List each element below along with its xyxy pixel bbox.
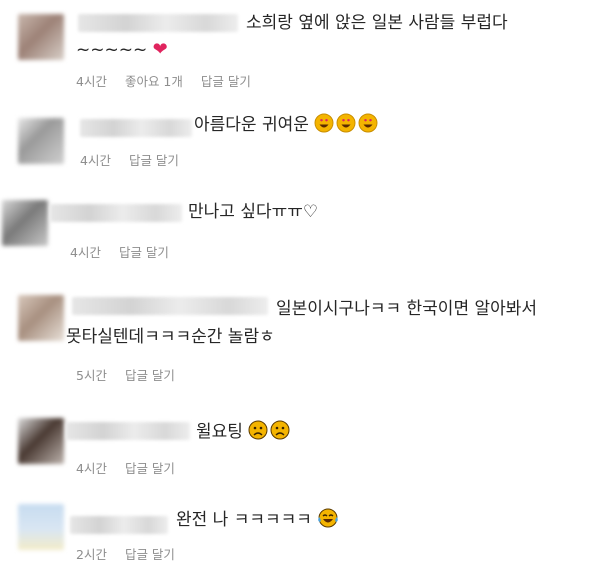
- comment-text: 소희랑 옆에 앉은 일본 사람들 부럽다: [246, 13, 508, 33]
- comment-meta: 4시간 답글 달기: [80, 150, 193, 169]
- username-blurred[interactable]: [66, 422, 190, 440]
- tears-of-joy-icon: [317, 508, 341, 530]
- username-blurred[interactable]: [72, 297, 268, 315]
- comment-meta: 4시간 답글 달기: [76, 458, 189, 477]
- reply-button[interactable]: 답글 달기: [129, 153, 179, 168]
- username-blurred[interactable]: [80, 119, 192, 137]
- comment-text: 만나고 싶다ㅠㅠ♡: [188, 202, 319, 222]
- comment-text: 완전 나 ㅋㅋㅋㅋㅋ: [176, 508, 341, 532]
- username-blurred[interactable]: [50, 204, 182, 222]
- reply-button[interactable]: 답글 달기: [119, 245, 169, 260]
- comment-time: 5시간: [76, 368, 107, 383]
- reply-button[interactable]: 답글 달기: [125, 368, 175, 383]
- heart-icon: ❤: [152, 39, 168, 60]
- comment-text-body: 아름다운 귀여운: [194, 115, 309, 135]
- comment-text: 아름다운 귀여운: [194, 113, 380, 137]
- comment-text: 윌요팅: [196, 420, 294, 444]
- avatar[interactable]: [18, 118, 64, 164]
- username-blurred[interactable]: [70, 516, 168, 534]
- comment-text: 일본이시구나ㅋㅋ 한국이면 알아봐서: [276, 299, 538, 319]
- avatar[interactable]: [2, 200, 48, 246]
- likes-count-link[interactable]: 좋아요 1개: [125, 74, 183, 89]
- avatar[interactable]: [18, 14, 64, 60]
- reply-button[interactable]: 답글 달기: [201, 74, 251, 89]
- comment-text-body: 완전 나 ㅋㅋㅋㅋㅋ: [176, 510, 312, 530]
- username-blurred[interactable]: [78, 14, 238, 32]
- frown-icon: [248, 420, 294, 442]
- reply-button[interactable]: 답글 달기: [125, 461, 175, 476]
- comment-time: 4시간: [76, 461, 107, 476]
- comment-time: 4시간: [76, 74, 107, 89]
- comment-text-continued: 못타실텐데ㅋㅋㅋ순간 놀람ㅎ: [66, 327, 275, 347]
- avatar[interactable]: [18, 504, 64, 550]
- reply-button[interactable]: 답글 달기: [125, 547, 175, 562]
- heart-eyes-icon: [314, 113, 380, 135]
- avatar[interactable]: [18, 418, 64, 464]
- comment-time: 4시간: [70, 245, 101, 260]
- comment-text-body: 윌요팅: [196, 422, 243, 442]
- comment-time: 2시간: [76, 547, 107, 562]
- comment-text-line2: ~~~~~: [76, 40, 148, 60]
- comment-meta: 5시간 답글 달기: [76, 365, 189, 384]
- comment-text-continued: ~~~~~ ❤: [76, 38, 168, 62]
- comment-meta: 2시간 답글 달기: [76, 544, 189, 563]
- comment-meta: 4시간 답글 달기: [70, 242, 183, 261]
- comment-meta: 4시간 좋아요 1개 답글 달기: [76, 71, 265, 90]
- avatar[interactable]: [18, 295, 64, 341]
- comment-time: 4시간: [80, 153, 111, 168]
